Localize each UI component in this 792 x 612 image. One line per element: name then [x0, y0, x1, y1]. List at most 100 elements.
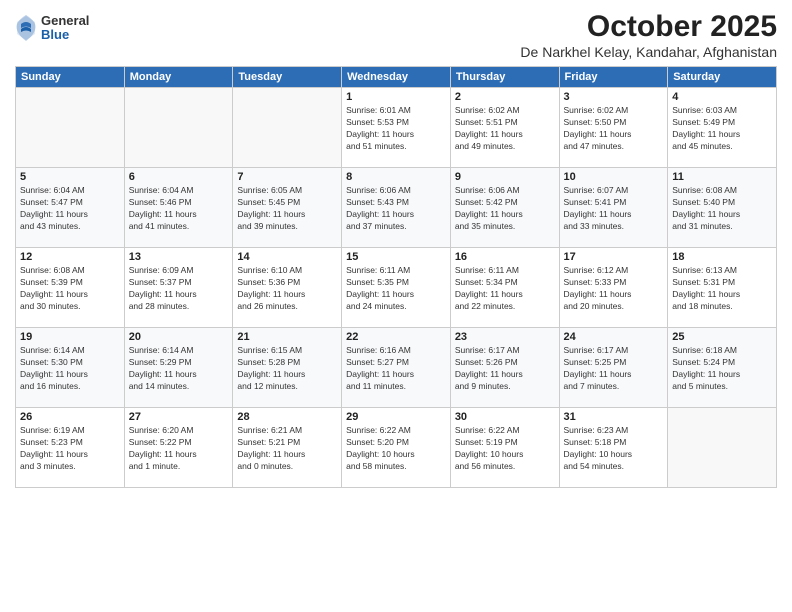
day-info: Sunrise: 6:06 AM Sunset: 5:42 PM Dayligh… — [455, 185, 555, 233]
day-number: 18 — [672, 251, 772, 263]
day-number: 7 — [237, 171, 337, 183]
day-info: Sunrise: 6:13 AM Sunset: 5:31 PM Dayligh… — [672, 265, 772, 313]
calendar-cell: 12 Sunrise: 6:08 AM Sunset: 5:39 PM Dayli… — [16, 248, 125, 328]
calendar-cell: 26 Sunrise: 6:19 AM Sunset: 5:23 PM Dayli… — [16, 408, 125, 488]
calendar-cell: 3 Sunrise: 6:02 AM Sunset: 5:50 PM Daylig… — [559, 88, 668, 168]
calendar-cell: 20Sunrise: 6:14 AM Sunset: 5:29 PM Dayli… — [124, 328, 233, 408]
day-info: Sunrise: 6:03 AM Sunset: 5:49 PM Dayligh… — [672, 105, 772, 153]
title-block: October 2025 De Narkhel Kelay, Kandahar,… — [520, 10, 777, 60]
day-info: Sunrise: 6:22 AM Sunset: 5:20 PM Dayligh… — [346, 425, 446, 473]
calendar-cell: 10 Sunrise: 6:07 AM Sunset: 5:41 PM Dayli… — [559, 168, 668, 248]
day-info: Sunrise: 6:12 AM Sunset: 5:33 PM Dayligh… — [564, 265, 664, 313]
day-info: Sunrise: 6:06 AM Sunset: 5:43 PM Dayligh… — [346, 185, 446, 233]
day-info: Sunrise: 6:17 AM Sunset: 5:25 PM Dayligh… — [564, 345, 664, 393]
calendar-cell: 7 Sunrise: 6:05 AM Sunset: 5:45 PM Daylig… — [233, 168, 342, 248]
calendar-cell: 21Sunrise: 6:15 AM Sunset: 5:28 PM Dayli… — [233, 328, 342, 408]
logo: General Blue — [15, 14, 89, 43]
day-info: Sunrise: 6:02 AM Sunset: 5:50 PM Dayligh… — [564, 105, 664, 153]
day-info: Sunrise: 6:05 AM Sunset: 5:45 PM Dayligh… — [237, 185, 337, 233]
calendar-table: SundayMondayTuesdayWednesdayThursdayFrid… — [15, 66, 777, 488]
logo-general: General — [41, 14, 89, 28]
day-number: 31 — [564, 411, 664, 423]
calendar-week-row: 19Sunrise: 6:14 AM Sunset: 5:30 PM Dayli… — [16, 328, 777, 408]
day-info: Sunrise: 6:21 AM Sunset: 5:21 PM Dayligh… — [237, 425, 337, 473]
calendar-cell: 5Sunrise: 6:04 AM Sunset: 5:47 PM Daylig… — [16, 168, 125, 248]
day-info: Sunrise: 6:11 AM Sunset: 5:34 PM Dayligh… — [455, 265, 555, 313]
day-number: 5 — [20, 171, 120, 183]
calendar-week-row: 12 Sunrise: 6:08 AM Sunset: 5:39 PM Dayli… — [16, 248, 777, 328]
day-number: 6 — [129, 171, 229, 183]
weekday-header: Monday — [124, 67, 233, 88]
calendar-cell: 9 Sunrise: 6:06 AM Sunset: 5:42 PM Daylig… — [450, 168, 559, 248]
weekday-header: Tuesday — [233, 67, 342, 88]
day-info: Sunrise: 6:14 AM Sunset: 5:30 PM Dayligh… — [20, 345, 120, 393]
logo-icon — [15, 14, 37, 42]
calendar-cell: 2Sunrise: 6:02 AM Sunset: 5:51 PM Daylig… — [450, 88, 559, 168]
weekday-header: Saturday — [668, 67, 777, 88]
calendar-cell: 27 Sunrise: 6:20 AM Sunset: 5:22 PM Dayli… — [124, 408, 233, 488]
calendar-cell: 8Sunrise: 6:06 AM Sunset: 5:43 PM Daylig… — [342, 168, 451, 248]
weekday-header: Sunday — [16, 67, 125, 88]
calendar-cell: 23 Sunrise: 6:17 AM Sunset: 5:26 PM Dayli… — [450, 328, 559, 408]
weekday-header: Wednesday — [342, 67, 451, 88]
day-info: Sunrise: 6:14 AM Sunset: 5:29 PM Dayligh… — [129, 345, 229, 393]
day-number: 3 — [564, 91, 664, 103]
calendar-cell: 1 Sunrise: 6:01 AM Sunset: 5:53 PM Daylig… — [342, 88, 451, 168]
day-info: Sunrise: 6:17 AM Sunset: 5:26 PM Dayligh… — [455, 345, 555, 393]
calendar-cell: 24 Sunrise: 6:17 AM Sunset: 5:25 PM Dayli… — [559, 328, 668, 408]
month-title: October 2025 — [520, 10, 777, 44]
day-number: 17 — [564, 251, 664, 263]
day-info: Sunrise: 6:15 AM Sunset: 5:28 PM Dayligh… — [237, 345, 337, 393]
day-number: 12 — [20, 251, 120, 263]
calendar-cell: 29Sunrise: 6:22 AM Sunset: 5:20 PM Dayli… — [342, 408, 451, 488]
day-info: Sunrise: 6:11 AM Sunset: 5:35 PM Dayligh… — [346, 265, 446, 313]
day-number: 26 — [20, 411, 120, 423]
day-number: 1 — [346, 91, 446, 103]
calendar-page: General Blue October 2025 De Narkhel Kel… — [0, 0, 792, 612]
day-info: Sunrise: 6:08 AM Sunset: 5:39 PM Dayligh… — [20, 265, 120, 313]
day-info: Sunrise: 6:07 AM Sunset: 5:41 PM Dayligh… — [564, 185, 664, 233]
calendar-header-row: SundayMondayTuesdayWednesdayThursdayFrid… — [16, 67, 777, 88]
calendar-week-row: 26 Sunrise: 6:19 AM Sunset: 5:23 PM Dayli… — [16, 408, 777, 488]
day-number: 25 — [672, 331, 772, 343]
day-info: Sunrise: 6:16 AM Sunset: 5:27 PM Dayligh… — [346, 345, 446, 393]
day-info: Sunrise: 6:19 AM Sunset: 5:23 PM Dayligh… — [20, 425, 120, 473]
day-number: 30 — [455, 411, 555, 423]
day-number: 24 — [564, 331, 664, 343]
calendar-cell: 18 Sunrise: 6:13 AM Sunset: 5:31 PM Dayli… — [668, 248, 777, 328]
day-info: Sunrise: 6:04 AM Sunset: 5:46 PM Dayligh… — [129, 185, 229, 233]
day-info: Sunrise: 6:18 AM Sunset: 5:24 PM Dayligh… — [672, 345, 772, 393]
calendar-cell — [668, 408, 777, 488]
day-number: 23 — [455, 331, 555, 343]
day-info: Sunrise: 6:10 AM Sunset: 5:36 PM Dayligh… — [237, 265, 337, 313]
day-info: Sunrise: 6:23 AM Sunset: 5:18 PM Dayligh… — [564, 425, 664, 473]
calendar-cell: 14 Sunrise: 6:10 AM Sunset: 5:36 PM Dayli… — [233, 248, 342, 328]
calendar-cell — [16, 88, 125, 168]
day-number: 28 — [237, 411, 337, 423]
day-number: 27 — [129, 411, 229, 423]
calendar-cell: 28 Sunrise: 6:21 AM Sunset: 5:21 PM Dayli… — [233, 408, 342, 488]
day-info: Sunrise: 6:02 AM Sunset: 5:51 PM Dayligh… — [455, 105, 555, 153]
day-info: Sunrise: 6:20 AM Sunset: 5:22 PM Dayligh… — [129, 425, 229, 473]
day-number: 16 — [455, 251, 555, 263]
calendar-cell: 31 Sunrise: 6:23 AM Sunset: 5:18 PM Dayli… — [559, 408, 668, 488]
day-number: 15 — [346, 251, 446, 263]
day-info: Sunrise: 6:01 AM Sunset: 5:53 PM Dayligh… — [346, 105, 446, 153]
calendar-cell: 17 Sunrise: 6:12 AM Sunset: 5:33 PM Dayli… — [559, 248, 668, 328]
day-number: 14 — [237, 251, 337, 263]
calendar-cell: 25 Sunrise: 6:18 AM Sunset: 5:24 PM Dayli… — [668, 328, 777, 408]
calendar-cell: 16 Sunrise: 6:11 AM Sunset: 5:34 PM Dayli… — [450, 248, 559, 328]
calendar-cell: 6 Sunrise: 6:04 AM Sunset: 5:46 PM Daylig… — [124, 168, 233, 248]
calendar-week-row: 1 Sunrise: 6:01 AM Sunset: 5:53 PM Daylig… — [16, 88, 777, 168]
calendar-week-row: 5Sunrise: 6:04 AM Sunset: 5:47 PM Daylig… — [16, 168, 777, 248]
calendar-cell: 22 Sunrise: 6:16 AM Sunset: 5:27 PM Dayli… — [342, 328, 451, 408]
calendar-cell: 4Sunrise: 6:03 AM Sunset: 5:49 PM Daylig… — [668, 88, 777, 168]
logo-text: General Blue — [41, 14, 89, 43]
day-number: 22 — [346, 331, 446, 343]
day-number: 9 — [455, 171, 555, 183]
calendar-cell — [233, 88, 342, 168]
calendar-cell: 19Sunrise: 6:14 AM Sunset: 5:30 PM Dayli… — [16, 328, 125, 408]
day-info: Sunrise: 6:08 AM Sunset: 5:40 PM Dayligh… — [672, 185, 772, 233]
day-number: 10 — [564, 171, 664, 183]
day-info: Sunrise: 6:09 AM Sunset: 5:37 PM Dayligh… — [129, 265, 229, 313]
